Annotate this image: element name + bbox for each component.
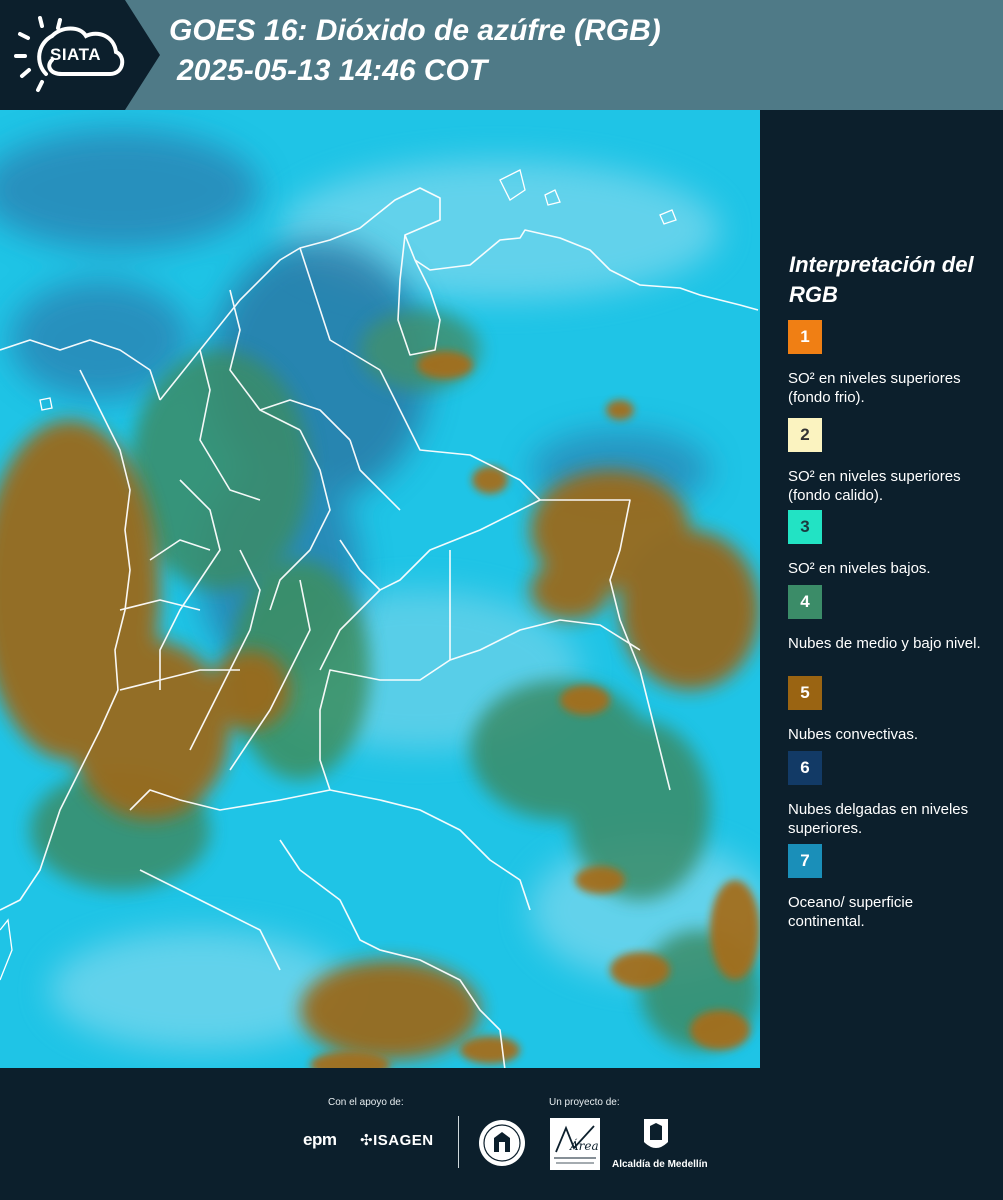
- legend-item-4: 4 Nubes de medio y bajo nivel.: [788, 585, 988, 653]
- epm-logo: epm: [303, 1130, 337, 1149]
- legend-swatch-2: 2: [788, 418, 822, 452]
- satellite-image: [0, 110, 760, 1068]
- legend-item-7: 7 Oceano/ superficie continental.: [788, 844, 988, 931]
- legend-item-6: 6 Nubes delgadas en niveles superiores.: [788, 751, 988, 838]
- legend-item-5: 5 Nubes convectivas.: [788, 676, 988, 744]
- legend-item-3: 3 SO² en niveles bajos.: [788, 510, 988, 578]
- legend-label-5: Nubes convectivas.: [788, 726, 919, 743]
- legend-swatch-5: 5: [788, 676, 822, 710]
- legend-swatch-4: 4: [788, 585, 822, 619]
- isagen-logo: ✣ISAGEN: [360, 1131, 434, 1149]
- header-bar: SIATA GOES 16: Dióxido de azúfre (RGB) 2…: [0, 0, 1003, 110]
- legend-swatch-7: 7: [788, 844, 822, 878]
- alcaldia-label: Alcaldía de Medellín: [612, 1159, 708, 1170]
- project-label: Un proyecto de:: [549, 1097, 620, 1108]
- legend-item-1: 1 SO² en niveles superiores (fondo frio)…: [788, 320, 988, 407]
- universidad-seal-icon: [479, 1120, 525, 1166]
- legend-label-6: Nubes delgadas en niveles superiores.: [788, 801, 969, 837]
- footer: Con el apoyo de: Un proyecto de: epm ✣IS…: [0, 1068, 1003, 1200]
- timestamp: 2025-05-13 14:46 COT: [177, 54, 488, 87]
- isagen-text: ISAGEN: [373, 1132, 434, 1149]
- support-label: Con el apoyo de:: [328, 1097, 404, 1108]
- legend-label-4: Nubes de medio y bajo nivel.: [788, 635, 981, 652]
- legend-label-2: SO² en niveles superiores (fondo calido)…: [788, 468, 961, 504]
- area-metropolitana-text: Área: [569, 1138, 599, 1153]
- legend-swatch-1: 1: [788, 320, 822, 354]
- siata-logo-text: SIATA: [50, 45, 101, 64]
- satellite-map: [0, 110, 760, 1068]
- legend-panel: Interpretación del RGB 1 SO² en niveles …: [762, 110, 1003, 1068]
- legend-label-1: SO² en niveles superiores (fondo frio).: [788, 370, 961, 406]
- legend-title: Interpretación del RGB: [789, 252, 974, 307]
- legend-label-7: Oceano/ superficie continental.: [788, 894, 914, 930]
- isagen-icon: ✣: [360, 1132, 374, 1149]
- page-title: GOES 16: Dióxido de azúfre (RGB): [169, 14, 661, 47]
- siata-logo: SIATA: [0, 0, 160, 110]
- legend-swatch-3: 3: [788, 510, 822, 544]
- legend-item-2: 2 SO² en niveles superiores (fondo calid…: [788, 418, 988, 505]
- area-metropolitana-logo: Área: [550, 1118, 600, 1170]
- alcaldia-shield-icon: [644, 1119, 668, 1148]
- footer-divider: [458, 1116, 459, 1168]
- legend-swatch-6: 6: [788, 751, 822, 785]
- legend-label-3: SO² en niveles bajos.: [788, 560, 931, 577]
